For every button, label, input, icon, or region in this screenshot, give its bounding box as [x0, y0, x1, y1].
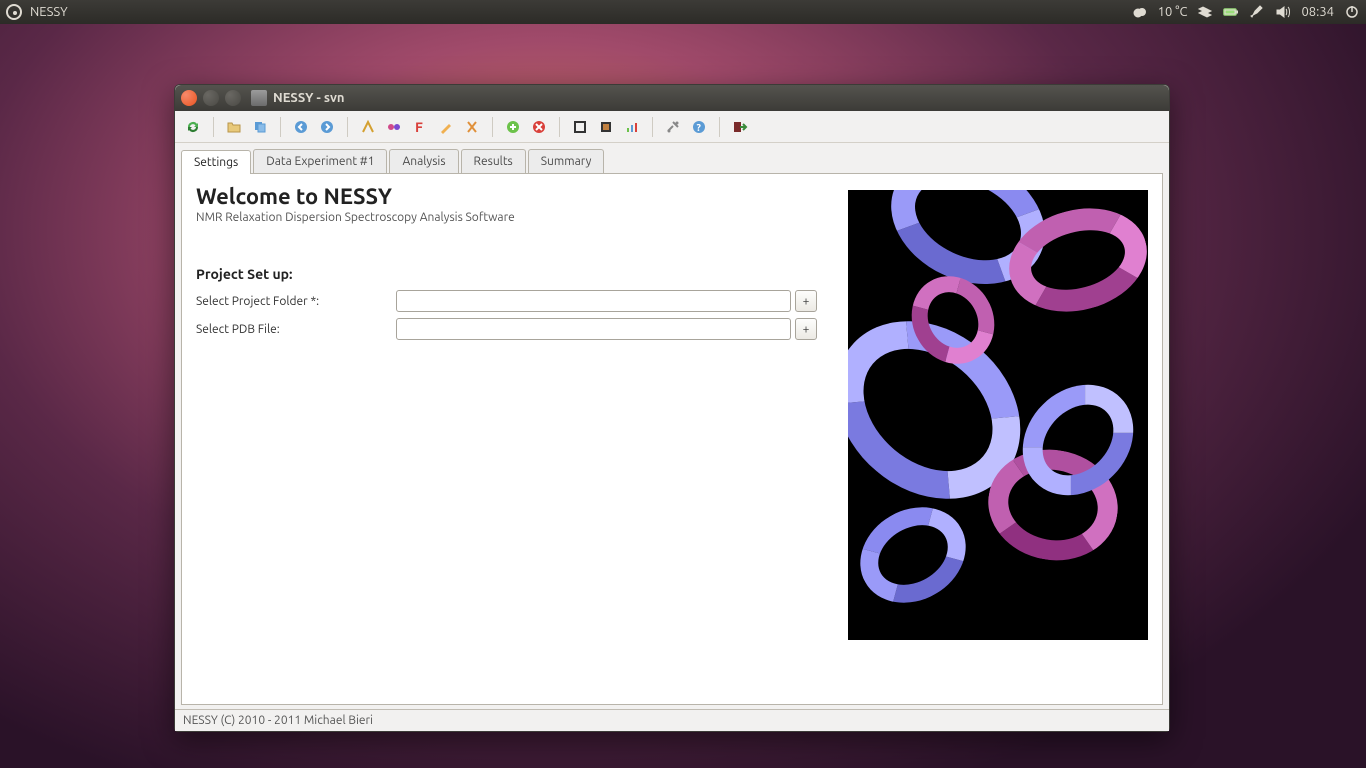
section-title-project-setup: Project Set up: [196, 266, 828, 282]
nav-forward-icon[interactable] [317, 117, 337, 137]
nav-back-icon[interactable] [291, 117, 311, 137]
window-minimize-button[interactable] [203, 90, 219, 106]
tab-data-experiment-1[interactable]: Data Experiment #1 [253, 149, 387, 173]
protein-structure-image [848, 190, 1148, 640]
battery-icon[interactable] [1223, 4, 1239, 20]
toolbar-separator [652, 117, 653, 137]
toolbar-separator [280, 117, 281, 137]
svg-text:F: F [415, 119, 423, 135]
status-text: NESSY (C) 2010 - 2011 Michael Bieri [183, 714, 373, 727]
active-app-name: NESSY [30, 5, 68, 19]
view-b-icon[interactable] [596, 117, 616, 137]
ubuntu-logo-icon[interactable] [6, 4, 22, 20]
page-heading: Welcome to NESSY [196, 184, 828, 209]
settings-left-pane: Welcome to NESSY NMR Relaxation Dispersi… [196, 184, 828, 694]
browse-project-folder-button[interactable]: + [795, 290, 817, 312]
weather-icon[interactable] [1132, 4, 1148, 20]
toolbar-separator [719, 117, 720, 137]
window-close-button[interactable] [181, 90, 197, 106]
chart-icon[interactable] [622, 117, 642, 137]
temperature-text: 10 °C [1158, 5, 1188, 19]
help-icon[interactable]: ? [689, 117, 709, 137]
app-window: NESSY - svn F ? Settings Data Experiment… [174, 84, 1170, 732]
label-project-folder: Select Project Folder *: [196, 295, 396, 308]
window-title: NESSY - svn [273, 91, 345, 105]
row-pdb-file: Select PDB File: + [196, 318, 828, 340]
volume-icon[interactable] [1275, 4, 1291, 20]
remove-icon[interactable] [529, 117, 549, 137]
tab-analysis[interactable]: Analysis [389, 149, 458, 173]
tool-a-icon[interactable] [358, 117, 378, 137]
tab-settings[interactable]: Settings [181, 150, 251, 174]
folder-icon[interactable] [224, 117, 244, 137]
toolbar-separator [347, 117, 348, 137]
clock-text: 08:34 [1301, 5, 1334, 19]
window-titlebar[interactable]: NESSY - svn [175, 85, 1169, 111]
copy-icon[interactable] [250, 117, 270, 137]
toolbar-separator [559, 117, 560, 137]
system-top-panel: NESSY 10 °C 08:34 [0, 0, 1366, 24]
dropbox-icon[interactable] [1197, 4, 1213, 20]
tab-results[interactable]: Results [461, 149, 526, 173]
app-icon [251, 90, 267, 106]
tab-bar: Settings Data Experiment #1 Analysis Res… [175, 143, 1169, 173]
refresh-icon[interactable] [183, 117, 203, 137]
letter-f-icon[interactable]: F [410, 117, 430, 137]
add-icon[interactable] [503, 117, 523, 137]
svg-text:?: ? [697, 122, 702, 133]
toolbar-separator [492, 117, 493, 137]
tool-b-icon[interactable] [384, 117, 404, 137]
main-toolbar: F ? [175, 111, 1169, 143]
cut-icon[interactable] [462, 117, 482, 137]
toolbar-separator [213, 117, 214, 137]
input-project-folder[interactable] [396, 290, 791, 312]
power-icon[interactable] [1344, 4, 1360, 20]
view-a-icon[interactable] [570, 117, 590, 137]
tab-summary[interactable]: Summary [528, 149, 605, 173]
brush-icon[interactable] [1249, 4, 1265, 20]
row-project-folder: Select Project Folder *: + [196, 290, 828, 312]
page-subtitle: NMR Relaxation Dispersion Spectroscopy A… [196, 211, 828, 224]
status-bar: NESSY (C) 2010 - 2011 Michael Bieri [175, 709, 1169, 731]
settings-icon[interactable] [663, 117, 683, 137]
window-maximize-button[interactable] [225, 90, 241, 106]
tab-content: Welcome to NESSY NMR Relaxation Dispersi… [181, 173, 1163, 705]
input-pdb-file[interactable] [396, 318, 791, 340]
pencil-icon[interactable] [436, 117, 456, 137]
label-pdb-file: Select PDB File: [196, 323, 396, 336]
browse-pdb-file-button[interactable]: + [795, 318, 817, 340]
exit-icon[interactable] [730, 117, 750, 137]
